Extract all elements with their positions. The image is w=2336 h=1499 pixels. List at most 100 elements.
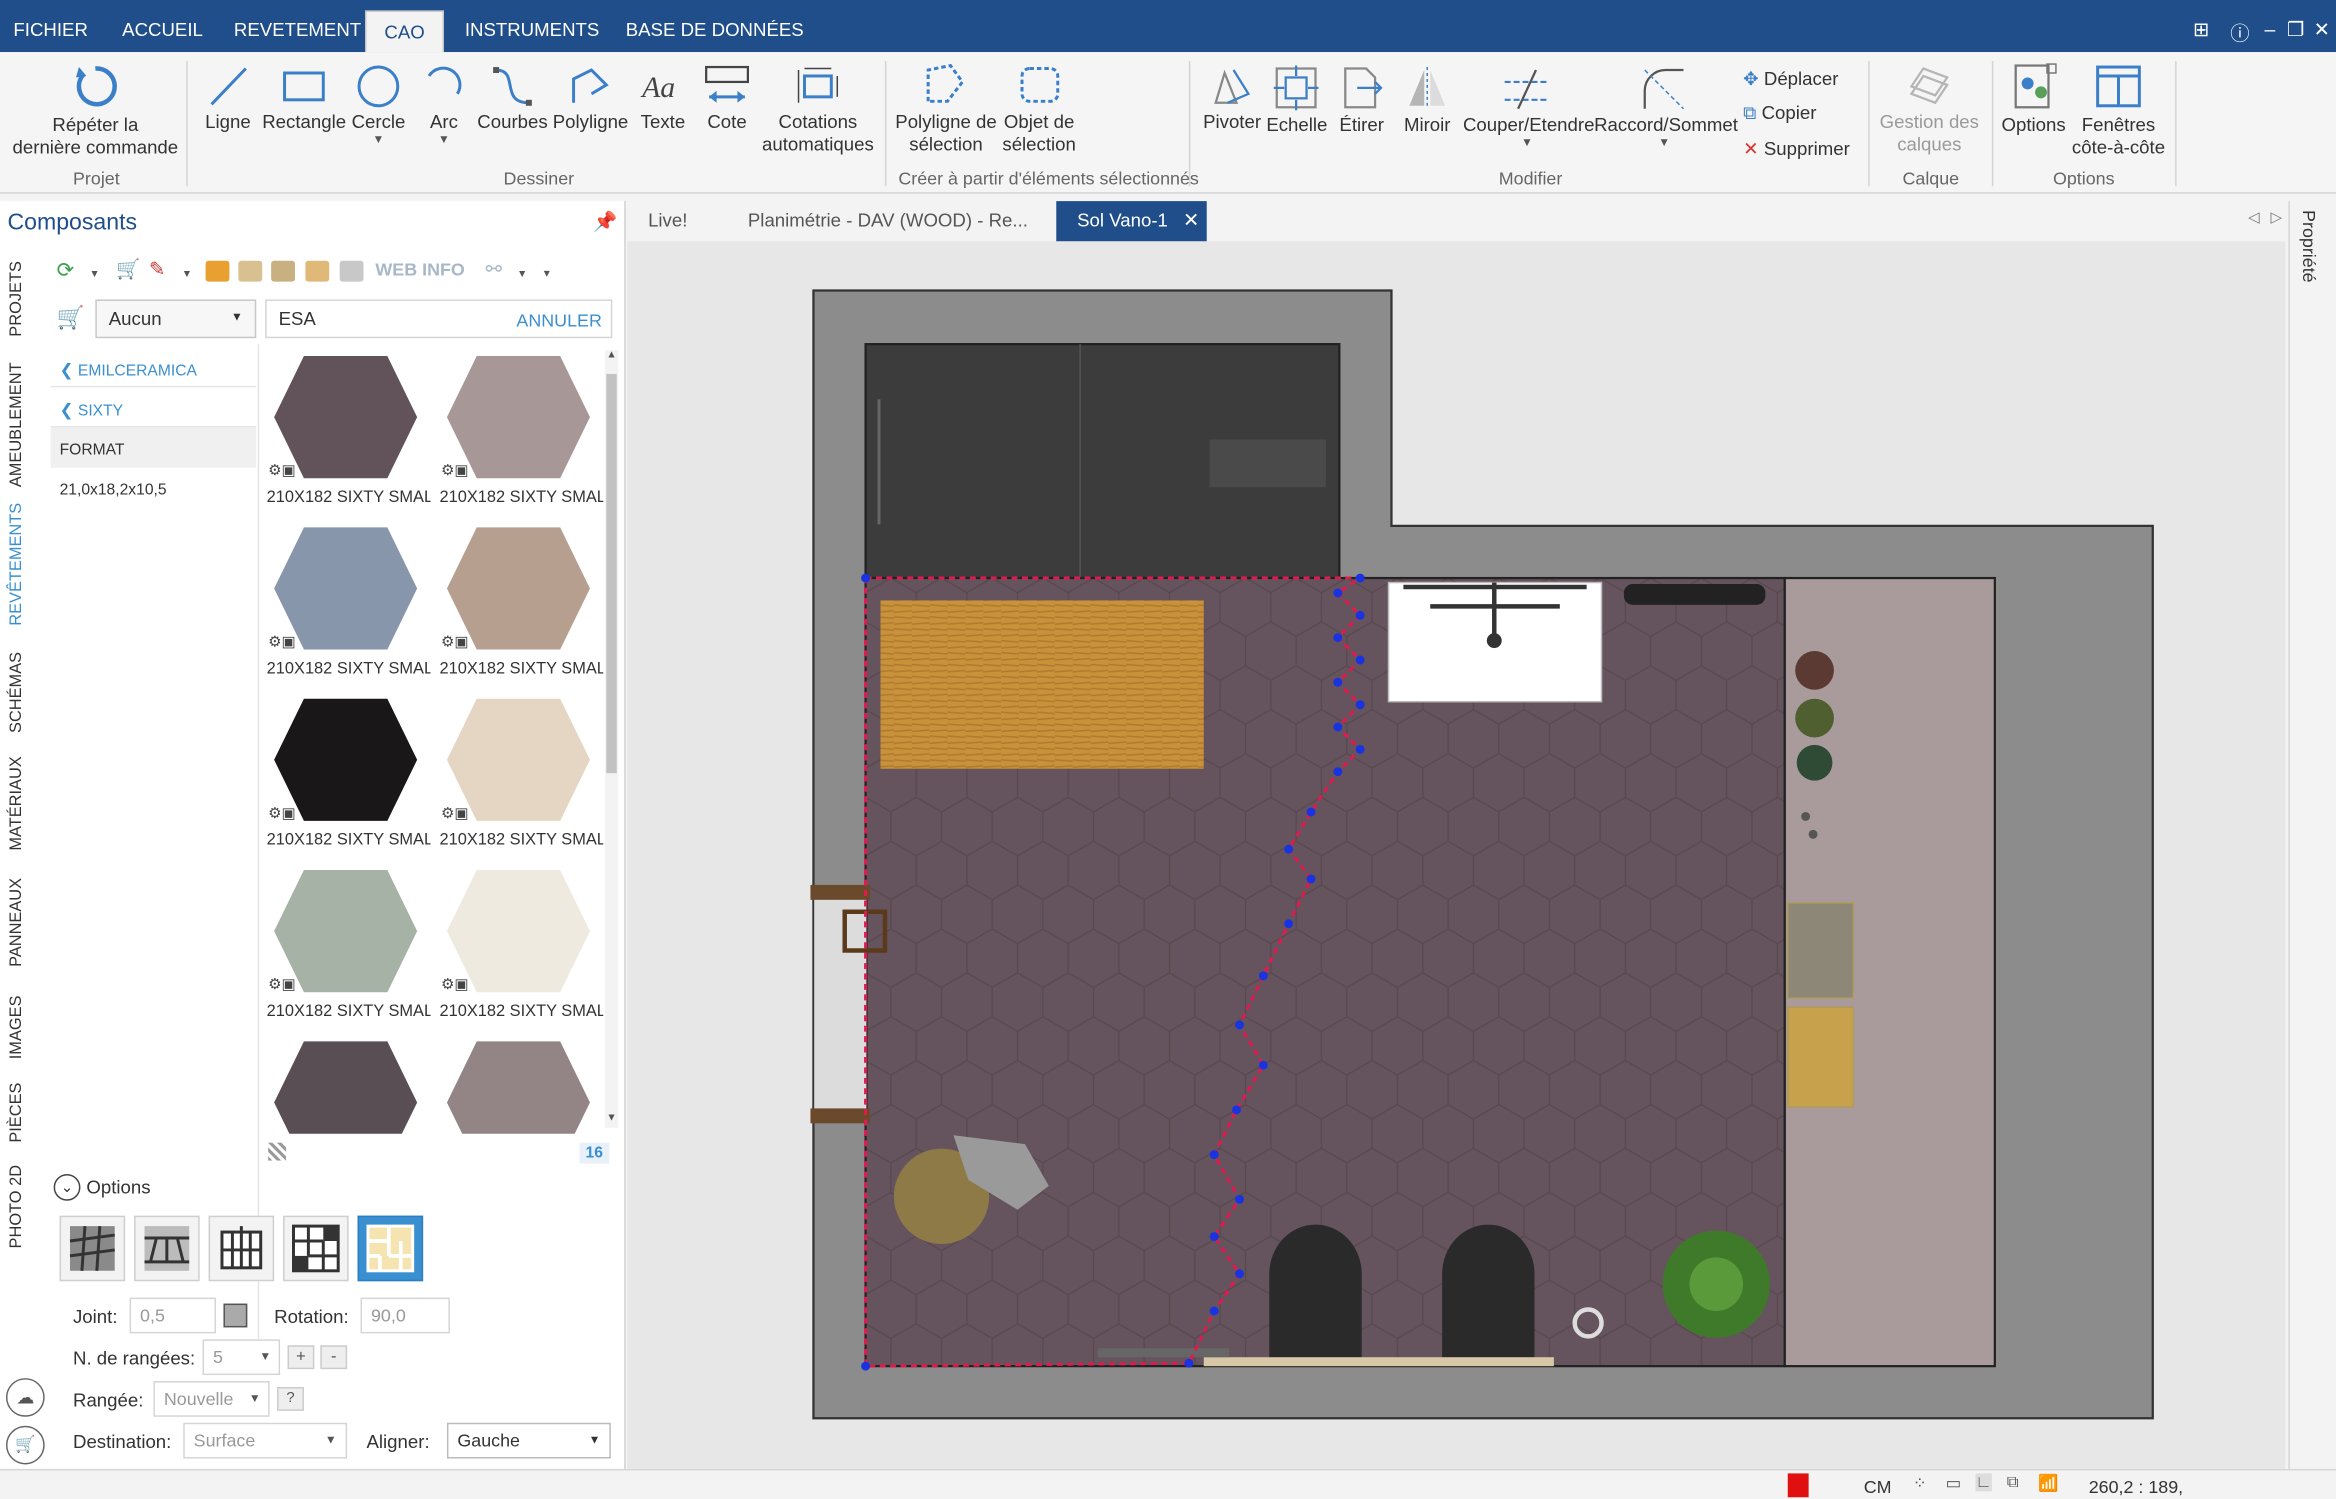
selection-vertex[interactable]: [1355, 655, 1365, 665]
selection-vertex[interactable]: [1306, 874, 1316, 884]
vtab-projets[interactable]: PROJETS: [7, 261, 37, 337]
ortho-icon[interactable]: ∟: [1975, 1473, 1992, 1492]
objet-selection-button[interactable]: Objet de sélection: [998, 61, 1080, 156]
vtab-pieces[interactable]: PIÈCES: [7, 1083, 37, 1143]
pattern-perspective-icon[interactable]: [134, 1215, 200, 1282]
couper-etendre-button[interactable]: Couper/Etendre ▼: [1463, 64, 1594, 149]
vtab-revetements[interactable]: REVÊTEMENTS: [7, 503, 37, 626]
selection-vertex[interactable]: [1184, 1358, 1194, 1368]
chevron-down-icon[interactable]: ▼: [1463, 136, 1591, 149]
tab-sol-vano[interactable]: Sol Vano-1 ✕: [1056, 201, 1207, 242]
echelle-button[interactable]: Echelle: [1266, 64, 1327, 137]
format-item[interactable]: 21,0x18,2x10,5: [51, 468, 257, 508]
selection-vertex[interactable]: [1306, 807, 1316, 817]
search-cancel-button[interactable]: ANNULER: [516, 310, 601, 331]
edit-icon[interactable]: [238, 260, 263, 282]
grid-icon[interactable]: [271, 260, 295, 282]
vtab-schemas[interactable]: SCHÉMAS: [7, 651, 37, 733]
cotations-button[interactable]: Cotations automatiques: [760, 64, 876, 156]
tab-scroll-left-icon[interactable]: ◁: [2248, 210, 2259, 226]
menu-base-de-donnees[interactable]: BASE DE DONNÉES: [626, 19, 804, 40]
chevron-down-icon[interactable]: ▼: [352, 133, 406, 146]
vtab-materiaux[interactable]: MATÉRIAUX: [7, 755, 37, 852]
tile-item[interactable]: ⚙▣ 210X182 SIXTY SMALL: [262, 521, 431, 688]
tile-item[interactable]: ⚙▣ 210X182 SIXTY SMALL: [435, 521, 603, 688]
decrement-button[interactable]: -: [320, 1345, 348, 1370]
folder-icon[interactable]: [205, 260, 230, 282]
selection-vertex[interactable]: [1235, 1020, 1244, 1030]
polyligne-selection-button[interactable]: Polyligne de sélection: [894, 61, 998, 156]
selection-vertex[interactable]: [1209, 1306, 1219, 1316]
floor-plan[interactable]: [627, 241, 2285, 1469]
selection-vertex[interactable]: [1355, 744, 1365, 754]
selection-vertex[interactable]: [1333, 633, 1343, 643]
fenetres-cote-a-cote-button[interactable]: Fenêtres côte-à-côte: [2071, 61, 2166, 159]
menu-accueil[interactable]: ACCUEIL: [122, 19, 203, 40]
aligner-select[interactable]: Gauche ▼: [446, 1422, 611, 1459]
chevron-down-icon[interactable]: ▼: [1594, 136, 1734, 149]
properties-side-tab[interactable]: Propriété: [2288, 201, 2336, 1469]
selection-vertex[interactable]: [1355, 573, 1365, 583]
zoom-window-icon[interactable]: ⧉: [2007, 1473, 2019, 1492]
print-icon[interactable]: [339, 260, 364, 282]
ligne-button[interactable]: Ligne: [203, 64, 254, 134]
chevron-down-icon[interactable]: ▼: [182, 270, 192, 280]
close-icon[interactable]: ✕: [1183, 209, 1199, 233]
cloud-icon[interactable]: ☁: [5, 1378, 45, 1417]
cart-icon[interactable]: 🛒: [5, 1425, 45, 1465]
drawing-canvas[interactable]: [627, 241, 2286, 1469]
cote-button[interactable]: Cote: [703, 64, 751, 134]
export-icon[interactable]: [305, 260, 330, 282]
selection-vertex[interactable]: [1333, 767, 1343, 777]
supprimer-button[interactable]: ✕ Supprimer: [1743, 137, 1850, 160]
tile-item[interactable]: [435, 1035, 602, 1134]
help-button[interactable]: ?: [277, 1387, 304, 1411]
selection-vertex[interactable]: [1284, 919, 1294, 929]
pattern-straight-icon[interactable]: [59, 1215, 126, 1282]
pattern-basket-icon[interactable]: [283, 1215, 349, 1282]
cercle-button[interactable]: Cercle ▼: [352, 64, 406, 146]
etirer-button[interactable]: Étirer: [1335, 64, 1389, 137]
vtab-photo-2d[interactable]: PHOTO 2D: [7, 1165, 37, 1248]
cart-icon[interactable]: 🛒: [116, 258, 140, 282]
pattern-herringbone-icon[interactable]: [357, 1215, 424, 1282]
scroll-down-icon[interactable]: ▼: [606, 1113, 616, 1123]
pin-icon[interactable]: 📌: [593, 210, 617, 234]
texte-button[interactable]: Aa Texte: [638, 64, 689, 134]
arc-button[interactable]: Arc ▼: [422, 64, 467, 146]
vtab-panneaux[interactable]: PANNEAUX: [7, 875, 37, 972]
miroir-button[interactable]: Miroir: [1400, 64, 1454, 137]
selection-vertex[interactable]: [1235, 1194, 1244, 1204]
cart-icon[interactable]: 🛒: [57, 304, 85, 330]
tile-item[interactable]: ⚙▣ 210X182 SIXTY SMALL: [262, 864, 431, 1031]
rectangle-button[interactable]: Rectangle: [262, 64, 346, 134]
options-button[interactable]: Options: [1996, 61, 2070, 137]
selection-vertex[interactable]: [1333, 722, 1343, 732]
overflow-icon[interactable]: ▾: [544, 267, 550, 280]
tab-planimetrie[interactable]: Planimétrie - DAV (WOOD) - Re...: [727, 201, 1049, 241]
tile-view-icon[interactable]: [268, 1142, 287, 1161]
polyligne-button[interactable]: Polyligne: [553, 64, 628, 134]
destination-select[interactable]: Surface ▼: [183, 1422, 348, 1459]
tile-item[interactable]: ⚙▣ 210X182 SIXTY SMALL: [435, 864, 603, 1031]
tile-item[interactable]: [262, 1035, 429, 1134]
refresh-icon[interactable]: ⟳: [57, 258, 74, 283]
tab-scroll-right-icon[interactable]: ▷: [2270, 210, 2281, 226]
menu-instruments[interactable]: INSTRUMENTS: [465, 19, 600, 40]
courbes-button[interactable]: Courbes: [477, 64, 549, 134]
breadcrumb-sixty[interactable]: ❮ SIXTY: [50, 387, 257, 428]
selection-vertex[interactable]: [1258, 971, 1268, 981]
selection-vertex[interactable]: [1284, 844, 1294, 854]
selection-vertex[interactable]: [1355, 700, 1365, 710]
filter-select[interactable]: Aucun ▼: [95, 299, 257, 339]
selection-vertex[interactable]: [861, 1361, 871, 1371]
restore-icon[interactable]: ❐: [2287, 18, 2304, 42]
gestion-calques-button[interactable]: Gestion des calques: [1877, 64, 1981, 156]
repeat-command-button[interactable]: Répéter la dernière commande: [12, 61, 179, 159]
menu-fichier[interactable]: FICHIER: [13, 19, 87, 40]
tab-live[interactable]: Live!: [627, 201, 708, 241]
pattern-vertical-icon[interactable]: [208, 1215, 275, 1282]
tile-item[interactable]: ⚙▣ 210X182 SIXTY SMALL: [435, 350, 603, 517]
minimize-icon[interactable]: –: [2264, 18, 2275, 40]
web-info-button[interactable]: WEB INFO: [375, 259, 464, 280]
